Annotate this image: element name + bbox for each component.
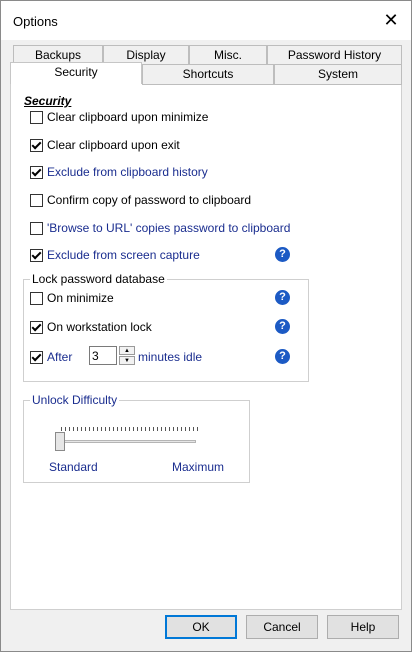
slider-tick [69,427,70,431]
slider-tick [161,427,162,431]
security-heading: Security [24,94,72,108]
slider-tick [189,427,190,431]
exclude-screen-capture-checkbox[interactable] [30,249,43,262]
slider-tick [137,427,138,431]
tab-system[interactable]: System [274,64,402,85]
clear-clipboard-exit-checkbox[interactable] [30,139,43,152]
slider-tick [133,427,134,431]
slider-tick [97,427,98,431]
clear-clipboard-exit-label: Clear clipboard upon exit [47,138,180,152]
slider-tick [113,427,114,431]
slider-tick [121,427,122,431]
slider-tick [109,427,110,431]
tab-password-history[interactable]: Password History [267,45,402,66]
slider-tick [141,427,142,431]
slider-tick [173,427,174,431]
slider-tick [125,427,126,431]
slider-tick [185,427,186,431]
slider-tick [165,427,166,431]
confirm-copy-checkbox[interactable] [30,194,43,207]
exclude-clipboard-history-checkbox[interactable] [30,166,43,179]
maximum-label: Maximum [172,460,225,474]
slider-tick [105,427,106,431]
slider-tick [61,427,62,431]
title-bar: Options ✕ [1,1,411,40]
slider-tick [129,427,130,431]
lock-after-checkbox[interactable] [30,351,43,364]
slider-tick [181,427,182,431]
tab-security[interactable]: Security [10,62,142,84]
difficulty-slider-track[interactable] [58,440,196,443]
slider-tick [93,427,94,431]
lock-workstation-checkbox[interactable] [30,321,43,334]
slider-tick [193,427,194,431]
lock-database-title: Lock password database [30,272,167,286]
slider-tick [117,427,118,431]
unlock-difficulty-title: Unlock Difficulty [30,393,120,407]
slider-tick [157,427,158,431]
clear-clipboard-minimize-checkbox[interactable] [30,111,43,124]
difficulty-slider-thumb[interactable] [55,432,65,451]
help-button[interactable]: Help [327,615,399,639]
clear-clipboard-minimize-label: Clear clipboard upon minimize [47,110,209,124]
lock-on-minimize-checkbox[interactable] [30,292,43,305]
lock-after-label: After [47,350,73,364]
spin-down-icon[interactable]: ▼ [119,356,135,365]
browse-url-copies-label: 'Browse to URL' copies password to clipb… [47,221,291,235]
slider-tick [89,427,90,431]
browse-url-copies-checkbox[interactable] [30,222,43,235]
slider-tick [65,427,66,431]
slider-tick [169,427,170,431]
tab-misc[interactable]: Misc. [189,45,267,66]
window-title: Options [13,14,58,29]
slider-tick [197,427,198,431]
slider-tick [77,427,78,431]
lock-workstation-label: On workstation lock [47,320,152,334]
slider-tick [149,427,150,431]
help-icon[interactable]: ? [275,319,290,334]
close-icon[interactable]: ✕ [371,1,411,40]
slider-tick [153,427,154,431]
ok-button[interactable]: OK [165,615,237,639]
idle-minutes-input[interactable]: 3 [89,346,117,365]
slider-tick [85,427,86,431]
confirm-copy-label: Confirm copy of password to clipboard [47,193,252,207]
exclude-screen-capture-label: Exclude from screen capture [47,248,200,262]
minutes-idle-label: minutes idle [138,350,203,364]
exclude-clipboard-history-label: Exclude from clipboard history [47,165,208,179]
help-icon[interactable]: ? [275,290,290,305]
slider-tick [101,427,102,431]
help-icon[interactable]: ? [275,349,290,364]
slider-tick [81,427,82,431]
lock-on-minimize-label: On minimize [47,291,114,305]
slider-tick [73,427,74,431]
spin-up-icon[interactable]: ▲ [119,346,135,355]
cancel-button[interactable]: Cancel [246,615,318,639]
slider-tick [177,427,178,431]
standard-label: Standard [49,460,98,474]
slider-tick [145,427,146,431]
tab-shortcuts[interactable]: Shortcuts [142,64,274,85]
help-icon[interactable]: ? [275,247,290,262]
